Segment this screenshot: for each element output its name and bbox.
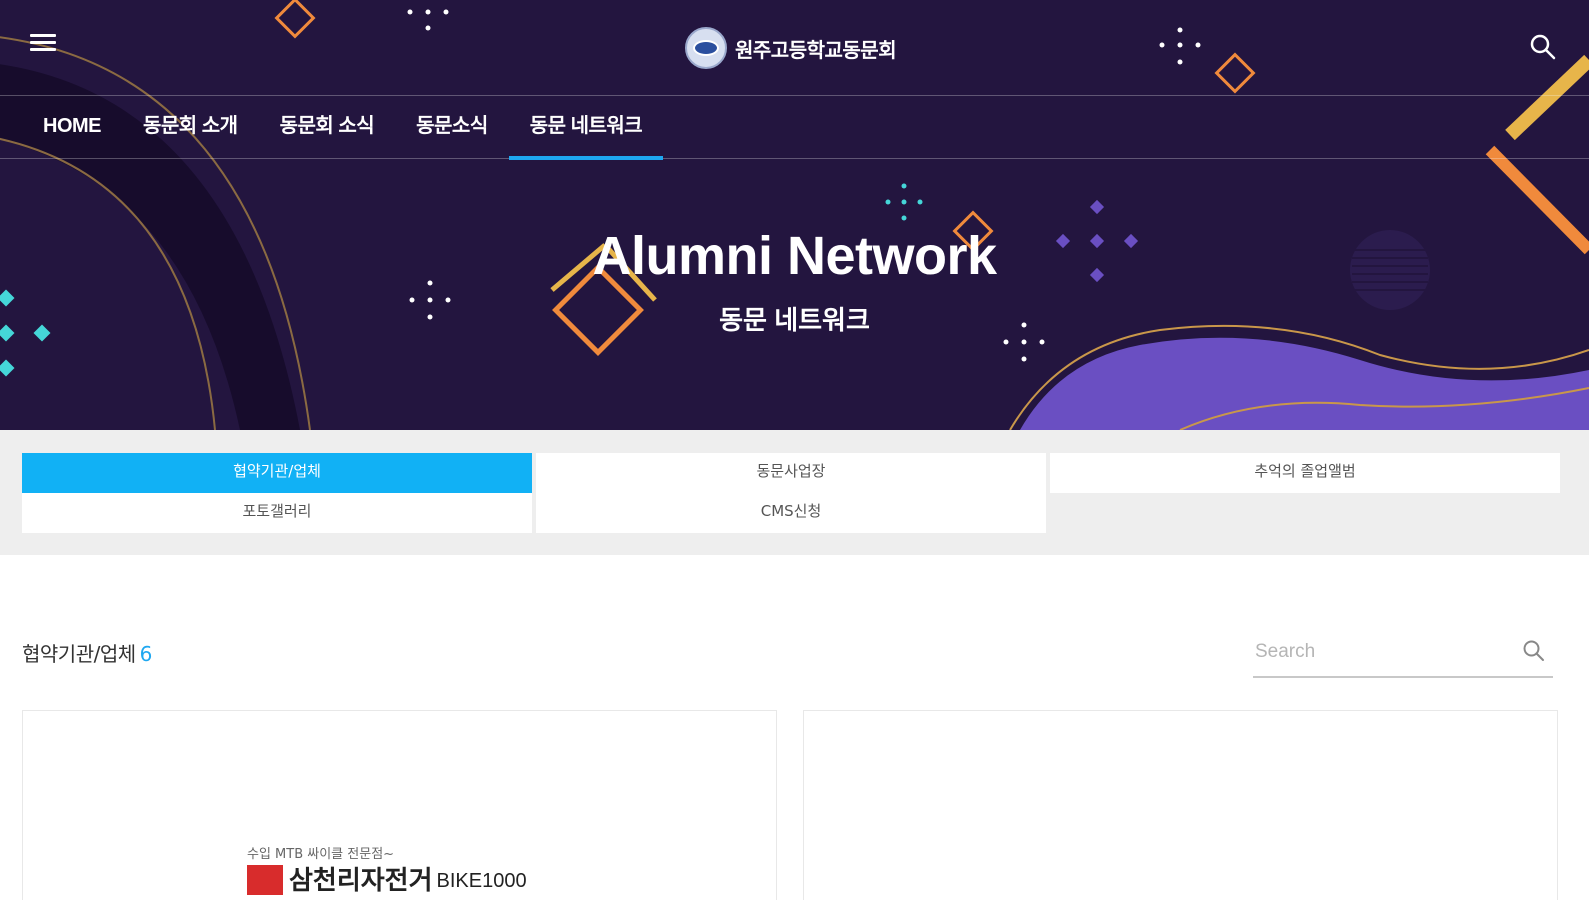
search-input[interactable] [1253, 630, 1503, 674]
partner-card[interactable] [803, 710, 1558, 900]
tab-alumni-businesses[interactable]: 동문사업장 [536, 453, 1046, 493]
nav-item-alumni-news[interactable]: 동문소식 [395, 97, 509, 159]
logo-text: 원주고등학교동문회 [735, 39, 897, 62]
hero-banner: 원주고등학교동문회 HOME 동문회 소개 동문회 소식 동문소식 동문 네트워… [0, 0, 1589, 430]
tab-cms-application[interactable]: CMS신청 [536, 493, 1046, 533]
top-bar: 원주고등학교동문회 [0, 0, 1589, 96]
main-navigation: HOME 동문회 소개 동문회 소식 동문소식 동문 네트워크 [0, 97, 1589, 160]
hero-title: Alumni Network [592, 226, 997, 286]
nav-item-association-news[interactable]: 동문회 소식 [259, 97, 396, 159]
partner-card-subtitle: 수입 MTB 싸이클 전문점~ [247, 847, 395, 862]
hamburger-menu-icon[interactable] [30, 30, 60, 60]
section-title: 협약기관/업체 6 [22, 638, 152, 667]
search-icon[interactable] [1521, 638, 1547, 664]
nav-item-home[interactable]: HOME [22, 97, 122, 159]
partner-list: 수입 MTB 싸이클 전문점~ 삼천리자전거 BIKE1000 [22, 710, 1568, 900]
tab-photo-gallery[interactable]: 포토갤러리 [22, 493, 532, 533]
school-emblem-icon [685, 27, 727, 69]
brand-mark-icon [247, 865, 283, 895]
search-box [1253, 630, 1553, 678]
tab-graduation-albums[interactable]: 추억의 졸업앨범 [1050, 453, 1560, 493]
search-icon[interactable] [1528, 32, 1558, 62]
partner-card[interactable]: 수입 MTB 싸이클 전문점~ 삼천리자전거 BIKE1000 [22, 710, 777, 900]
section-title-text: 협약기관/업체 [22, 642, 136, 666]
partner-logo: 삼천리자전거 BIKE1000 [247, 865, 527, 895]
item-count: 6 [139, 642, 153, 666]
site-logo[interactable]: 원주고등학교동문회 [685, 26, 897, 70]
tab-partner-organizations[interactable]: 협약기관/업체 [22, 453, 532, 493]
sub-tabs: 협약기관/업체 동문사업장 추억의 졸업앨범 포토갤러리 CMS신청 [22, 453, 1568, 533]
sub-tabs-area: 협약기관/업체 동문사업장 추억의 졸업앨범 포토갤러리 CMS신청 [0, 430, 1589, 555]
partner-name: 삼천리자전거 [289, 865, 433, 895]
partner-name-en: BIKE1000 [436, 870, 527, 892]
nav-item-alumni-network[interactable]: 동문 네트워크 [508, 97, 664, 160]
hero-subtitle: 동문 네트워크 [719, 305, 870, 335]
nav-item-about[interactable]: 동문회 소개 [122, 97, 259, 159]
